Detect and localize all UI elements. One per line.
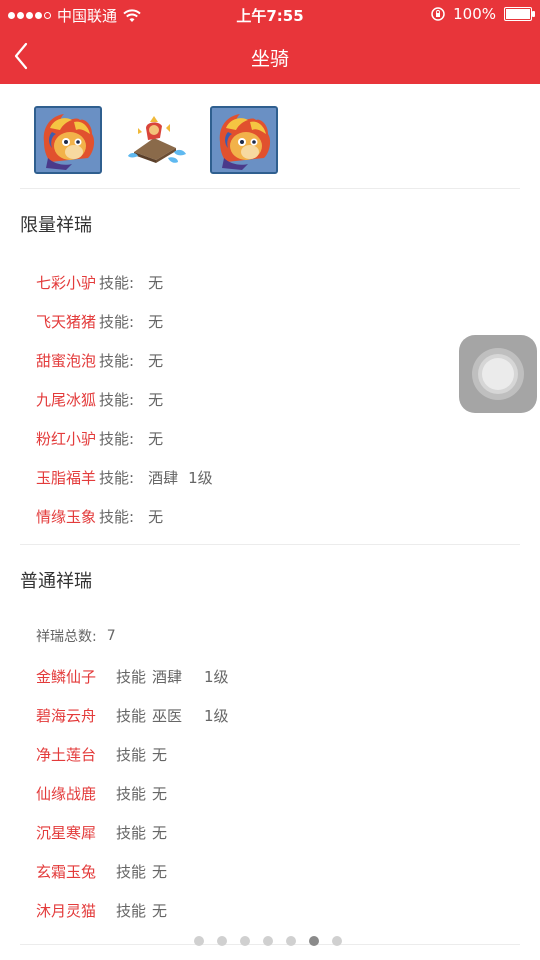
limited-item: 九尾冰狐 技能: 无 [36,388,163,410]
mount-name: 七彩小驴 [36,273,97,292]
page-title: 坐骑 [250,48,289,70]
skill-label: 技能: [99,507,135,526]
flying-pig-mount-icon [128,116,186,163]
total-value: 7 [106,628,116,644]
skill-value: 无 [152,862,168,881]
mount-name: 沉星寒犀 [36,823,97,842]
skill-label: 技能: [99,468,135,487]
skill-label: 技能 [116,862,147,881]
lion-mount-icon [36,108,100,172]
page-dot[interactable] [194,936,204,946]
mount-name: 飞天猪猪 [36,312,97,331]
normal-item: 金鳞仙子 技能 酒肆 1级 [36,665,229,687]
limited-item: 甜蜜泡泡 技能: 无 [36,349,163,371]
battery-icon [504,7,535,21]
mount-name: 玉脂福羊 [36,468,97,487]
skill-value: 无 [152,784,168,803]
skill-level: 1级 [188,468,213,487]
limited-item: 情缘玉象 技能: 无 [36,505,163,527]
mount-name: 玄霜玉兔 [36,862,97,881]
assistive-touch-button[interactable] [459,335,537,413]
skill-level: 1级 [204,667,229,686]
limited-section-title: 限量祥瑞 [20,215,92,236]
normal-item: 沉星寒犀 技能 无 [36,821,167,843]
mount-name: 粉红小驴 [36,429,97,448]
limited-item: 玉脂福羊 技能: 酒肆 1级 [36,466,213,488]
normal-item: 净土莲台 技能 无 [36,743,167,765]
skill-label: 技能: [99,273,135,292]
mount-name: 仙缘战鹿 [36,784,97,803]
limited-item: 粉红小驴 技能: 无 [36,427,163,449]
orientation-lock-icon [431,7,445,21]
mount-name: 金鳞仙子 [36,667,97,686]
skill-label: 技能 [116,823,147,842]
limited-item: 七彩小驴 技能: 无 [36,271,163,293]
mount-name: 净土莲台 [36,745,97,764]
normal-section-title: 普通祥瑞 [20,571,92,592]
total-count-row: 祥瑞总数: 7 [36,625,116,647]
skill-label: 技能 [116,784,147,803]
skill-value: 无 [152,901,168,920]
skill-label: 技能 [116,706,147,725]
skill-level: 1级 [204,706,229,725]
skill-value: 无 [148,429,164,448]
divider [20,544,520,545]
skill-value: 无 [148,351,164,370]
page-dot[interactable] [286,936,296,946]
skill-value: 无 [148,390,164,409]
page-indicator[interactable] [194,936,342,946]
nav-bar: 坐骑 [0,28,540,84]
normal-item: 碧海云舟 技能 巫医 1级 [36,704,229,726]
page-dot-active[interactable] [309,936,319,946]
skill-label: 技能: [99,351,135,370]
lion-mount-icon [212,108,276,172]
skill-value: 酒肆 [148,468,179,487]
mount-thumbnail[interactable] [34,106,102,174]
page-dot[interactable] [217,936,227,946]
skill-value: 巫医 [152,706,183,725]
skill-label: 技能 [116,745,147,764]
mount-name: 碧海云舟 [36,706,97,725]
skill-label: 技能 [116,901,147,920]
skill-label: 技能 [116,667,147,686]
status-bar: 中国联通 上午7:55 100% [0,0,540,28]
skill-label: 技能: [99,390,135,409]
mount-name: 沐月灵猫 [36,901,97,920]
mount-name: 情缘玉象 [36,507,97,526]
mount-name: 甜蜜泡泡 [36,351,97,370]
skill-value: 无 [152,745,168,764]
battery-percent: 100% [453,5,496,23]
skill-value: 无 [152,823,168,842]
normal-item: 玄霜玉兔 技能 无 [36,860,167,882]
skill-value: 无 [148,507,164,526]
skill-value: 无 [148,312,164,331]
skill-label: 技能: [99,312,135,331]
mount-name: 九尾冰狐 [36,390,97,409]
status-right: 100% [431,5,535,23]
skill-label: 技能: [99,429,135,448]
normal-item: 仙缘战鹿 技能 无 [36,782,167,804]
skill-value: 酒肆 [152,667,183,686]
limited-item: 飞天猪猪 技能: 无 [36,310,163,332]
total-label: 祥瑞总数: [36,629,97,645]
page-dot[interactable] [240,936,250,946]
skill-value: 无 [148,273,164,292]
page-dot[interactable] [332,936,342,946]
mount-thumbnail[interactable] [124,108,188,172]
mount-thumbnail[interactable] [210,106,278,174]
normal-item: 沐月灵猫 技能 无 [36,899,167,921]
page-dot[interactable] [263,936,273,946]
mount-icons [34,106,278,174]
divider [20,188,520,189]
